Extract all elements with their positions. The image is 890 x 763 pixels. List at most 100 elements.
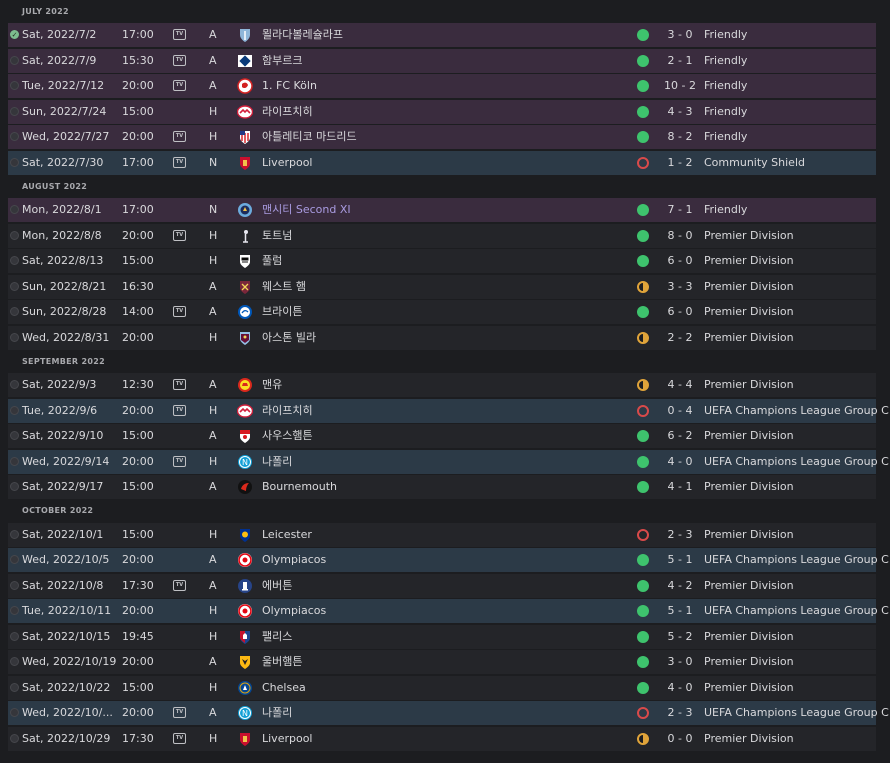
opponent-name[interactable]: 웨스트 햄: [262, 275, 306, 299]
opponent-name[interactable]: 맨유: [262, 373, 282, 397]
opponent-name[interactable]: 맨시티 Second XI: [262, 198, 351, 222]
competition[interactable]: UEFA Champions League Group C: [704, 548, 889, 572]
fixture-row[interactable]: Wed, 2022/9/14 20:00 TV H N 나폴리 4 - 0 UEFA Cham…: [8, 450, 889, 474]
opponent-name[interactable]: 나폴리: [262, 450, 292, 474]
competition[interactable]: Friendly: [704, 198, 747, 222]
fixture-row[interactable]: Sat, 2022/10/15 19:45 H 팰리스 5 - 2 Premier Div…: [8, 625, 876, 649]
check-circle-icon[interactable]: [10, 380, 19, 389]
opponent-name[interactable]: 토트넘: [262, 224, 292, 248]
check-circle-icon[interactable]: [10, 683, 19, 692]
fixture-row[interactable]: Mon, 2022/8/8 20:00 TV H 토트넘 8 - 0 Premier Div…: [8, 224, 876, 248]
competition[interactable]: Premier Division: [704, 249, 794, 273]
score[interactable]: 8 - 2: [660, 125, 700, 149]
opponent-name[interactable]: 울버햄튼: [262, 650, 302, 674]
check-circle-icon[interactable]: [10, 56, 19, 65]
score[interactable]: 2 - 1: [660, 49, 700, 73]
fixture-row[interactable]: Tue, 2022/10/11 20:00 H Olympiacos 5 - 1 UEFA…: [8, 599, 889, 623]
score[interactable]: 6 - 0: [660, 249, 700, 273]
fixture-row[interactable]: Wed, 2022/10/... 20:00 TV A N 나폴리 2 - 3 UEFA Ch…: [8, 701, 889, 725]
opponent-name[interactable]: 함부르크: [262, 49, 302, 73]
competition[interactable]: Premier Division: [704, 275, 794, 299]
score[interactable]: 4 - 1: [660, 475, 700, 499]
fixture-row[interactable]: Sat, 2022/9/10 15:00 A 사우스햄튼 6 - 2 Premier Di…: [8, 424, 876, 448]
opponent-name[interactable]: Olympiacos: [262, 599, 326, 623]
score[interactable]: 4 - 0: [660, 450, 700, 474]
opponent-name[interactable]: Liverpool: [262, 727, 312, 751]
competition[interactable]: Community Shield: [704, 151, 805, 175]
competition[interactable]: UEFA Champions League Group C: [704, 701, 889, 725]
competition[interactable]: Premier Division: [704, 523, 794, 547]
opponent-name[interactable]: 사우스햄튼: [262, 424, 313, 448]
score[interactable]: 3 - 3: [660, 275, 700, 299]
opponent-name[interactable]: 브라이튼: [262, 300, 302, 324]
check-circle-icon[interactable]: [10, 482, 19, 491]
competition[interactable]: Premier Division: [704, 300, 794, 324]
fixture-row[interactable]: Sat, 2022/9/17 15:00 A Bournemouth 4 - 1 Prem…: [8, 475, 876, 499]
competition[interactable]: Premier Division: [704, 574, 794, 598]
competition[interactable]: UEFA Champions League Group C: [704, 399, 889, 423]
score[interactable]: 5 - 1: [660, 548, 700, 572]
opponent-name[interactable]: Leicester: [262, 523, 312, 547]
check-circle-icon[interactable]: [10, 708, 19, 717]
score[interactable]: 10 - 2: [660, 74, 700, 98]
check-circle-icon[interactable]: [10, 81, 19, 90]
score[interactable]: 2 - 3: [660, 523, 700, 547]
fixture-row[interactable]: Sat, 2022/7/9 15:30 TV A 함부르크 2 - 1 Friendly: [8, 49, 876, 73]
score[interactable]: 4 - 2: [660, 574, 700, 598]
competition[interactable]: Premier Division: [704, 727, 794, 751]
opponent-name[interactable]: 풀럼: [262, 249, 282, 273]
score[interactable]: 4 - 4: [660, 373, 700, 397]
score[interactable]: 2 - 2: [660, 326, 700, 350]
check-circle-icon[interactable]: [10, 632, 19, 641]
opponent-name[interactable]: 묄라다볼레슐라프: [262, 23, 343, 47]
competition[interactable]: Premier Division: [704, 224, 794, 248]
score[interactable]: 0 - 0: [660, 727, 700, 751]
fixture-row[interactable]: Tue, 2022/9/6 20:00 TV H 라이프치히 0 - 4 UEFA Cham…: [8, 399, 889, 423]
fixture-row[interactable]: Sat, 2022/10/8 17:30 TV A 에버튼 4 - 2 Premier Di…: [8, 574, 876, 598]
score[interactable]: 6 - 0: [660, 300, 700, 324]
fixture-row[interactable]: Sun, 2022/8/28 14:00 TV A 브라이튼 6 - 0 Premier D…: [8, 300, 876, 324]
check-circle-icon[interactable]: [10, 132, 19, 141]
opponent-name[interactable]: 에버튼: [262, 574, 292, 598]
competition[interactable]: Friendly: [704, 49, 747, 73]
competition[interactable]: Premier Division: [704, 475, 794, 499]
fixture-row[interactable]: Sat, 2022/7/30 17:00 TV N Liverpool 1 - 2 Comm…: [8, 151, 876, 175]
competition[interactable]: Friendly: [704, 100, 747, 124]
fixture-row[interactable]: Wed, 2022/10/19 20:00 A 울버햄튼 3 - 0 Premier Di…: [8, 650, 876, 674]
opponent-name[interactable]: Olympiacos: [262, 548, 326, 572]
opponent-name[interactable]: 라이프치히: [262, 399, 313, 423]
fixture-row[interactable]: Sat, 2022/8/13 15:00 H 풀럼 6 - 0 Premier Divis…: [8, 249, 876, 273]
check-circle-icon[interactable]: [10, 107, 19, 116]
fixture-row[interactable]: Sat, 2022/10/1 15:00 H Leicester 2 - 3 Premie…: [8, 523, 876, 547]
score[interactable]: 2 - 3: [660, 701, 700, 725]
score[interactable]: 3 - 0: [660, 650, 700, 674]
score[interactable]: 6 - 2: [660, 424, 700, 448]
competition[interactable]: Premier Division: [704, 676, 794, 700]
competition[interactable]: UEFA Champions League Group C: [704, 599, 889, 623]
check-circle-icon[interactable]: [10, 282, 19, 291]
opponent-name[interactable]: 팰리스: [262, 625, 292, 649]
fixture-row[interactable]: Tue, 2022/7/12 20:00 TV A 1. FC Köln 10 - 2 Fr…: [8, 74, 876, 98]
competition[interactable]: Premier Division: [704, 424, 794, 448]
fixture-row[interactable]: Mon, 2022/8/1 17:00 N 맨시티 Second XI 7 - 1 Fri…: [8, 198, 876, 222]
check-circle-icon[interactable]: [10, 158, 19, 167]
opponent-name[interactable]: 1. FC Köln: [262, 74, 317, 98]
check-circle-icon[interactable]: [10, 256, 19, 265]
opponent-name[interactable]: 라이프치히: [262, 100, 313, 124]
competition[interactable]: Premier Division: [704, 625, 794, 649]
score[interactable]: 0 - 4: [660, 399, 700, 423]
competition[interactable]: Friendly: [704, 23, 747, 47]
score[interactable]: 8 - 0: [660, 224, 700, 248]
opponent-name[interactable]: 아틀레티코 마드리드: [262, 125, 357, 149]
check-circle-icon[interactable]: [10, 606, 19, 615]
fixture-row[interactable]: Sat, 2022/10/29 17:30 TV H Liverpool 0 - 0 Pre…: [8, 727, 876, 751]
opponent-name[interactable]: 아스톤 빌라: [262, 326, 316, 350]
competition[interactable]: Premier Division: [704, 326, 794, 350]
check-circle-icon[interactable]: [10, 555, 19, 564]
check-circle-icon[interactable]: [10, 431, 19, 440]
check-circle-icon[interactable]: [10, 205, 19, 214]
competition[interactable]: Friendly: [704, 74, 747, 98]
competition[interactable]: Premier Division: [704, 373, 794, 397]
score[interactable]: 5 - 2: [660, 625, 700, 649]
score[interactable]: 1 - 2: [660, 151, 700, 175]
